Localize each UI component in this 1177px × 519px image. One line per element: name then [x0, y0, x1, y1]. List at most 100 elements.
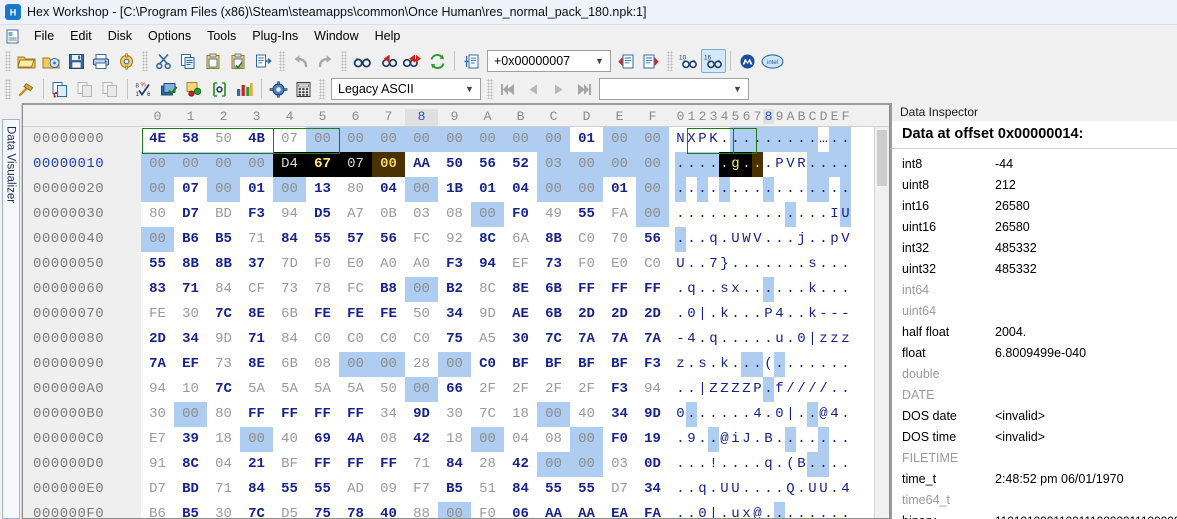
- hex-byte[interactable]: 34: [372, 402, 405, 427]
- hex-byte[interactable]: 07: [273, 127, 306, 152]
- inspector-row[interactable]: uint8 212: [902, 174, 1177, 195]
- hex-byte[interactable]: FE: [339, 302, 372, 327]
- hex-byte[interactable]: FF: [339, 452, 372, 477]
- row-bytes[interactable]: 80 D7 BD F3 94 D5 A7 0B 03 08 00 F0 49 55 FA 00: [141, 202, 669, 227]
- hex-byte[interactable]: F0: [603, 427, 636, 452]
- goto-button[interactable]: [459, 49, 484, 73]
- hex-byte[interactable]: 84: [207, 277, 240, 302]
- hex-byte[interactable]: 00: [405, 127, 438, 152]
- hex-row[interactable]: 00000060 83 71 84 CF 73 78 FC B8 00 B2 8C 8E 6B FF FF FF…: [23, 277, 889, 302]
- row-ascii[interactable]: .. 0 |. u x @........: [669, 502, 851, 518]
- hex-byte[interactable]: 50: [405, 302, 438, 327]
- hex-byte[interactable]: BF: [504, 352, 537, 377]
- hex-byte[interactable]: E0: [339, 252, 372, 277]
- row-bytes[interactable]: D7 BD 71 84 55 55 AD 09 F7 B5 51 84 55 55 D7 34: [141, 477, 669, 502]
- hex-byte[interactable]: 28: [471, 452, 504, 477]
- hex-byte[interactable]: 4B: [240, 127, 273, 152]
- hex-byte[interactable]: 00: [207, 177, 240, 202]
- paste-button[interactable]: [201, 49, 226, 73]
- row-bytes[interactable]: 00 B6 B5 71 84 55 57 56 FC 92 8C 6A 8B C0 70 56: [141, 227, 669, 252]
- menu-options[interactable]: Options: [140, 27, 199, 45]
- document-menu-icon[interactable]: [4, 28, 22, 44]
- hex-byte[interactable]: FF: [306, 452, 339, 477]
- row-bytes[interactable]: 2D 34 9D 71 84 C0 C0 C0 C0 75 A5 30 7C 7A 7A 7A: [141, 327, 669, 352]
- hammer-tools-button[interactable]: [14, 77, 39, 101]
- hex-byte[interactable]: 40: [570, 402, 603, 427]
- row-bytes[interactable]: E7 39 18 00 40 69 4A 08 42 18 00 04 08 00 F0 19: [141, 427, 669, 452]
- row-ascii[interactable]: .....g...PVR....: [669, 152, 851, 177]
- hex-byte[interactable]: 4E: [141, 127, 174, 152]
- inspector-row[interactable]: DOS date <invalid>: [902, 405, 1177, 426]
- hex-byte[interactable]: EA: [603, 502, 636, 518]
- hex-byte[interactable]: B6: [174, 227, 207, 252]
- hex-byte[interactable]: 55: [141, 252, 174, 277]
- hex-byte[interactable]: 1B: [438, 177, 471, 202]
- hex-byte[interactable]: 04: [504, 427, 537, 452]
- chevron-down-icon[interactable]: ▼: [591, 56, 608, 66]
- hex-byte[interactable]: 34: [603, 402, 636, 427]
- inspector-row[interactable]: int16 26580: [902, 195, 1177, 216]
- row-ascii[interactable]: ................: [669, 177, 851, 202]
- toolbar-grip[interactable]: [279, 51, 285, 71]
- hex-row[interactable]: 00000030 80 D7 BD F3 94 D5 A7 0B 03 08 00 F0 49 55 FA 00…: [23, 202, 889, 227]
- hex-byte[interactable]: FF: [240, 402, 273, 427]
- hex-byte[interactable]: B8: [372, 277, 405, 302]
- hex-byte[interactable]: 5A: [273, 377, 306, 402]
- row-bytes[interactable]: 83 71 84 CF 73 78 FC B8 00 B2 8C 8E 6B FF FF FF: [141, 277, 669, 302]
- hex-byte[interactable]: 7C: [240, 502, 273, 518]
- hex-byte[interactable]: 7C: [207, 377, 240, 402]
- hex-byte[interactable]: 78: [339, 502, 372, 518]
- paste-special-button[interactable]: [226, 49, 251, 73]
- hex-byte[interactable]: D5: [273, 502, 306, 518]
- hex-byte[interactable]: 2D: [141, 327, 174, 352]
- hex-byte[interactable]: 56: [636, 227, 669, 252]
- row-ascii[interactable]: ...!.... q.(B....: [669, 452, 851, 477]
- hex-byte[interactable]: AA: [537, 502, 570, 518]
- hex-byte[interactable]: C0: [372, 327, 405, 352]
- hex-byte[interactable]: 08: [537, 427, 570, 452]
- hex-byte[interactable]: BD: [174, 477, 207, 502]
- row-ascii[interactable]: U.. 7}....... s...: [669, 252, 851, 277]
- hex-byte[interactable]: 92: [438, 227, 471, 252]
- hex-row[interactable]: 000000B0 30 00 80 FF FF FF FF 34 9D 30 7C 18 00 40 34 9D…: [23, 402, 889, 427]
- properties-button[interactable]: [114, 49, 139, 73]
- sidebar-tab-data-visualizer[interactable]: Data Visualizer: [1, 119, 20, 519]
- inspector-row[interactable]: time_t 2:48:52 pm 06/01/1970: [902, 468, 1177, 489]
- hex-byte[interactable]: 7A: [603, 327, 636, 352]
- hex-byte[interactable]: 00: [471, 202, 504, 227]
- hex-byte[interactable]: A7: [339, 202, 372, 227]
- row-ascii[interactable]: .. | Z Z Z Z P. f / / / /..: [669, 377, 851, 402]
- hex-byte[interactable]: 49: [537, 202, 570, 227]
- inspector-row[interactable]: uint64: [902, 300, 1177, 321]
- hex-byte[interactable]: 01: [471, 177, 504, 202]
- print-button[interactable]: [89, 49, 114, 73]
- hex-byte[interactable]: 80: [207, 402, 240, 427]
- hex-byte[interactable]: 34: [438, 302, 471, 327]
- hex-byte[interactable]: 13: [306, 177, 339, 202]
- hex-byte[interactable]: 18: [504, 402, 537, 427]
- hex-row[interactable]: 00000050 55 8B 8B 37 7D F0 E0 A0 A0 F3 94 EF 73 F0 E0 C0…: [23, 252, 889, 277]
- copy-button[interactable]: [176, 49, 201, 73]
- hex-byte[interactable]: 2F: [537, 377, 570, 402]
- hex-byte[interactable]: 7C: [207, 302, 240, 327]
- hex-byte[interactable]: 55: [537, 477, 570, 502]
- inspector-row[interactable]: int64: [902, 279, 1177, 300]
- hex-byte[interactable]: 00: [570, 152, 603, 177]
- hex-byte[interactable]: 55: [306, 227, 339, 252]
- row-ascii[interactable]: z. s. k...(.......: [669, 352, 851, 377]
- hex-byte[interactable]: FC: [405, 227, 438, 252]
- hex-byte[interactable]: 01: [603, 177, 636, 202]
- hex-byte[interactable]: 00: [372, 352, 405, 377]
- row-ascii[interactable]: ..q.UU....Q.UU.4: [669, 477, 851, 502]
- hex-byte[interactable]: 00: [471, 427, 504, 452]
- hex-byte[interactable]: 67: [306, 152, 339, 177]
- hex-byte[interactable]: 04: [372, 177, 405, 202]
- row-ascii[interactable]: . 0 |. k... P 4.. k - - -: [669, 302, 851, 327]
- row-ascii[interactable]: . 9.. @ i J. B.......: [669, 427, 851, 452]
- hex-byte[interactable]: F3: [240, 202, 273, 227]
- hex-byte[interactable]: AA: [570, 502, 603, 518]
- hex-byte[interactable]: 00: [240, 152, 273, 177]
- inspector-row[interactable]: FILETIME: [902, 447, 1177, 468]
- hex-byte[interactable]: B6: [141, 502, 174, 518]
- hex-byte[interactable]: 9D: [471, 302, 504, 327]
